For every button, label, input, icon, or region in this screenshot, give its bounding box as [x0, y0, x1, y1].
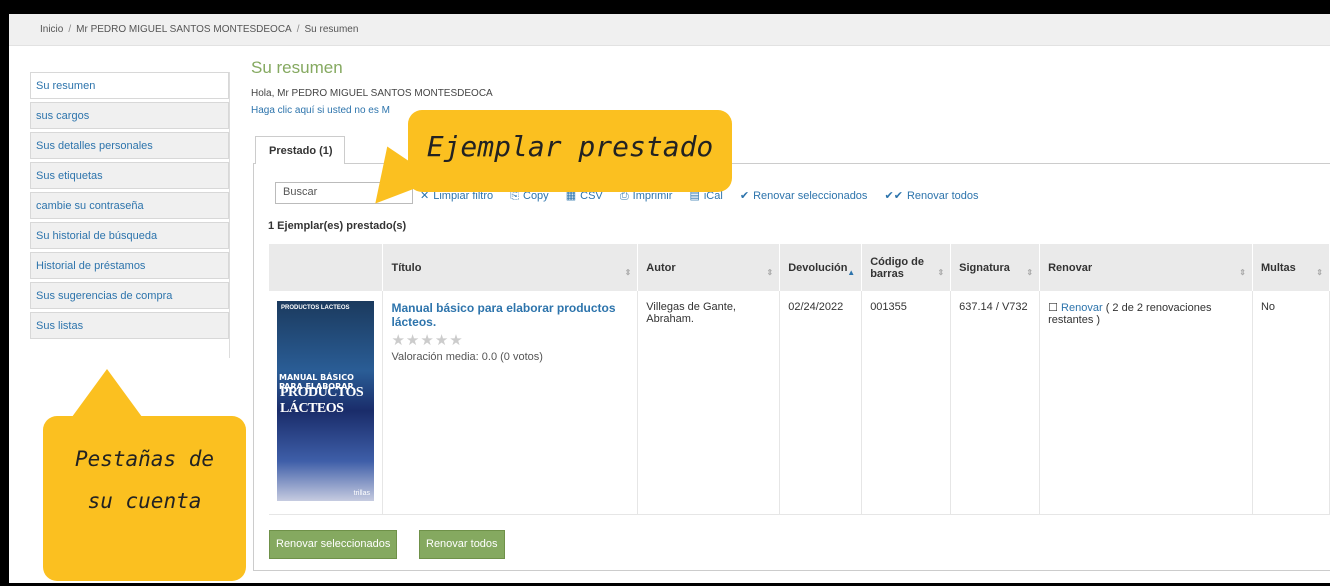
cover-cell: PRODUCTOS LACTEOS MANUAL BÁSICO PARA ELA…: [269, 291, 384, 515]
renew-all-link[interactable]: ✔✔ Renovar todos: [885, 190, 979, 202]
header-barcode[interactable]: Código de barras ⇕: [861, 244, 952, 291]
checkouts-table: Título ⇕ Autor ⇕ Devolución ▲ Código de bar…: [269, 244, 1330, 515]
double-check-icon: ✔✔: [884, 190, 903, 202]
sidebar-item-search-history[interactable]: Su historial de búsqueda: [30, 222, 229, 249]
header-renew[interactable]: Renovar ⇕: [1039, 244, 1253, 291]
cover-line-2: PRODUCTOS LÁCTEOS: [280, 385, 364, 416]
breadcrumb-home[interactable]: Inicio: [40, 24, 63, 35]
callout-account-tabs: Pestañas de su cuenta: [43, 416, 246, 581]
sidebar-item-personal-details[interactable]: Sus detalles personales: [30, 132, 229, 159]
callout-pointer: [69, 369, 145, 421]
call-number-cell: 637.14 / V732: [950, 291, 1041, 515]
sort-asc-icon: ▲: [847, 268, 856, 277]
breadcrumb-sep: /: [68, 24, 72, 35]
breadcrumb-sep: /: [296, 24, 300, 35]
sidebar-item-tags[interactable]: Sus etiquetas: [30, 162, 229, 189]
checkouts-panel: Buscar ✕ Limpiar filtro ⎘ Copy ▦ CSV ⎙ Impri…: [253, 163, 1330, 571]
breadcrumb-current: Su resumen: [304, 24, 359, 35]
fines-cell: No: [1252, 291, 1330, 515]
sidebar-item-purchase-suggestions[interactable]: Sus sugerencias de compra: [30, 282, 229, 309]
header-due-label: Devolución: [788, 261, 848, 274]
book-title-link[interactable]: Manual básico para elaborar productos lá…: [391, 301, 629, 329]
sort-icon: ⇕: [1316, 268, 1323, 277]
table-header-row: Título ⇕ Autor ⇕ Devolución ▲ Código de bar…: [269, 244, 1330, 291]
header-fines-label: Multas: [1260, 261, 1296, 274]
sort-icon: ⇕: [937, 268, 945, 277]
app-frame: Inicio / Mr PEDRO MIGUEL SANTOS MONTESDEOC…: [9, 14, 1330, 583]
greeting-text: Hola, Mr PEDRO MIGUEL SANTOS MONTESDEOCA: [251, 88, 493, 99]
callout-line-1: Pestañas de: [74, 447, 215, 471]
renew-cell: ☐ Renovar ( 2 de 2 renovaciones restante…: [1039, 291, 1253, 515]
header-title[interactable]: Título ⇕: [382, 244, 639, 291]
header-due[interactable]: Devolución ▲: [779, 244, 863, 291]
sidebar-item-summary[interactable]: Su resumen: [30, 72, 229, 99]
header-author-label: Autor: [646, 261, 676, 274]
header-call-number[interactable]: Signatura ⇕: [950, 244, 1041, 291]
cover-small-title: PRODUCTOS LACTEOS: [281, 305, 350, 311]
sort-icon: ⇕: [766, 268, 774, 277]
callout-line-2: su cuenta: [87, 489, 202, 513]
sidebar-item-loan-history[interactable]: Historial de préstamos: [30, 252, 229, 279]
checked-out-count: 1 Ejemplar(es) prestado(s): [268, 220, 407, 232]
not-you-link[interactable]: Haga clic aquí si usted no es M: [251, 105, 390, 116]
barcode-cell: 001355: [861, 291, 952, 515]
cover-publisher: trillas: [353, 490, 370, 497]
account-sidebar: Su resumen sus cargos Sus detalles perso…: [30, 72, 230, 358]
rating-text: Valoración media: 0.0 (0 votos): [391, 351, 543, 363]
renew-selected-button[interactable]: Renovar seleccionados: [269, 530, 398, 559]
sidebar-item-change-password[interactable]: cambie su contraseña: [30, 192, 229, 219]
title-cell: Manual básico para elaborar productos lá…: [382, 291, 639, 515]
header-author[interactable]: Autor ⇕: [637, 244, 781, 291]
breadcrumb-user[interactable]: Mr PEDRO MIGUEL SANTOS MONTESDEOCA: [76, 24, 292, 35]
table-row: PRODUCTOS LACTEOS MANUAL BÁSICO PARA ELA…: [269, 291, 1330, 515]
renew-checkbox[interactable]: ☐: [1048, 302, 1058, 314]
sidebar-item-charges[interactable]: sus cargos: [30, 102, 229, 129]
header-call-number-label: Signatura: [959, 261, 1010, 274]
author-cell: Villegas de Gante, Abraham.: [637, 291, 781, 515]
callout-loaned-item: Ejemplar prestado: [408, 110, 732, 192]
page-title: Su resumen: [251, 58, 343, 77]
book-cover-image[interactable]: PRODUCTOS LACTEOS MANUAL BÁSICO PARA ELA…: [277, 301, 374, 501]
check-icon: ✔: [739, 190, 750, 202]
sort-icon: ⇕: [1026, 268, 1034, 277]
tab-checked-out[interactable]: Prestado (1): [255, 136, 345, 164]
header-cover: [269, 244, 384, 291]
sort-icon: ⇕: [624, 268, 632, 277]
rating-stars[interactable]: ★★★★★: [391, 331, 629, 349]
renew-all-button[interactable]: Renovar todos: [419, 530, 505, 559]
header-renew-label: Renovar: [1048, 261, 1093, 274]
header-fines[interactable]: Multas ⇕: [1252, 244, 1330, 291]
sidebar-item-lists[interactable]: Sus listas: [30, 312, 229, 339]
renew-selected-link[interactable]: ✔ Renovar seleccionados: [740, 190, 868, 202]
header-title-label: Título: [391, 261, 422, 274]
breadcrumb: Inicio / Mr PEDRO MIGUEL SANTOS MONTESDEOC…: [9, 14, 1330, 46]
header-barcode-label: Código de barras: [870, 255, 924, 280]
renew-all-link-label: Renovar todos: [906, 190, 979, 202]
due-cell: 02/24/2022: [779, 291, 863, 515]
sort-icon: ⇕: [1239, 268, 1246, 277]
renew-link[interactable]: Renovar: [1061, 302, 1103, 314]
renew-selected-link-label: Renovar seleccionados: [753, 190, 868, 202]
